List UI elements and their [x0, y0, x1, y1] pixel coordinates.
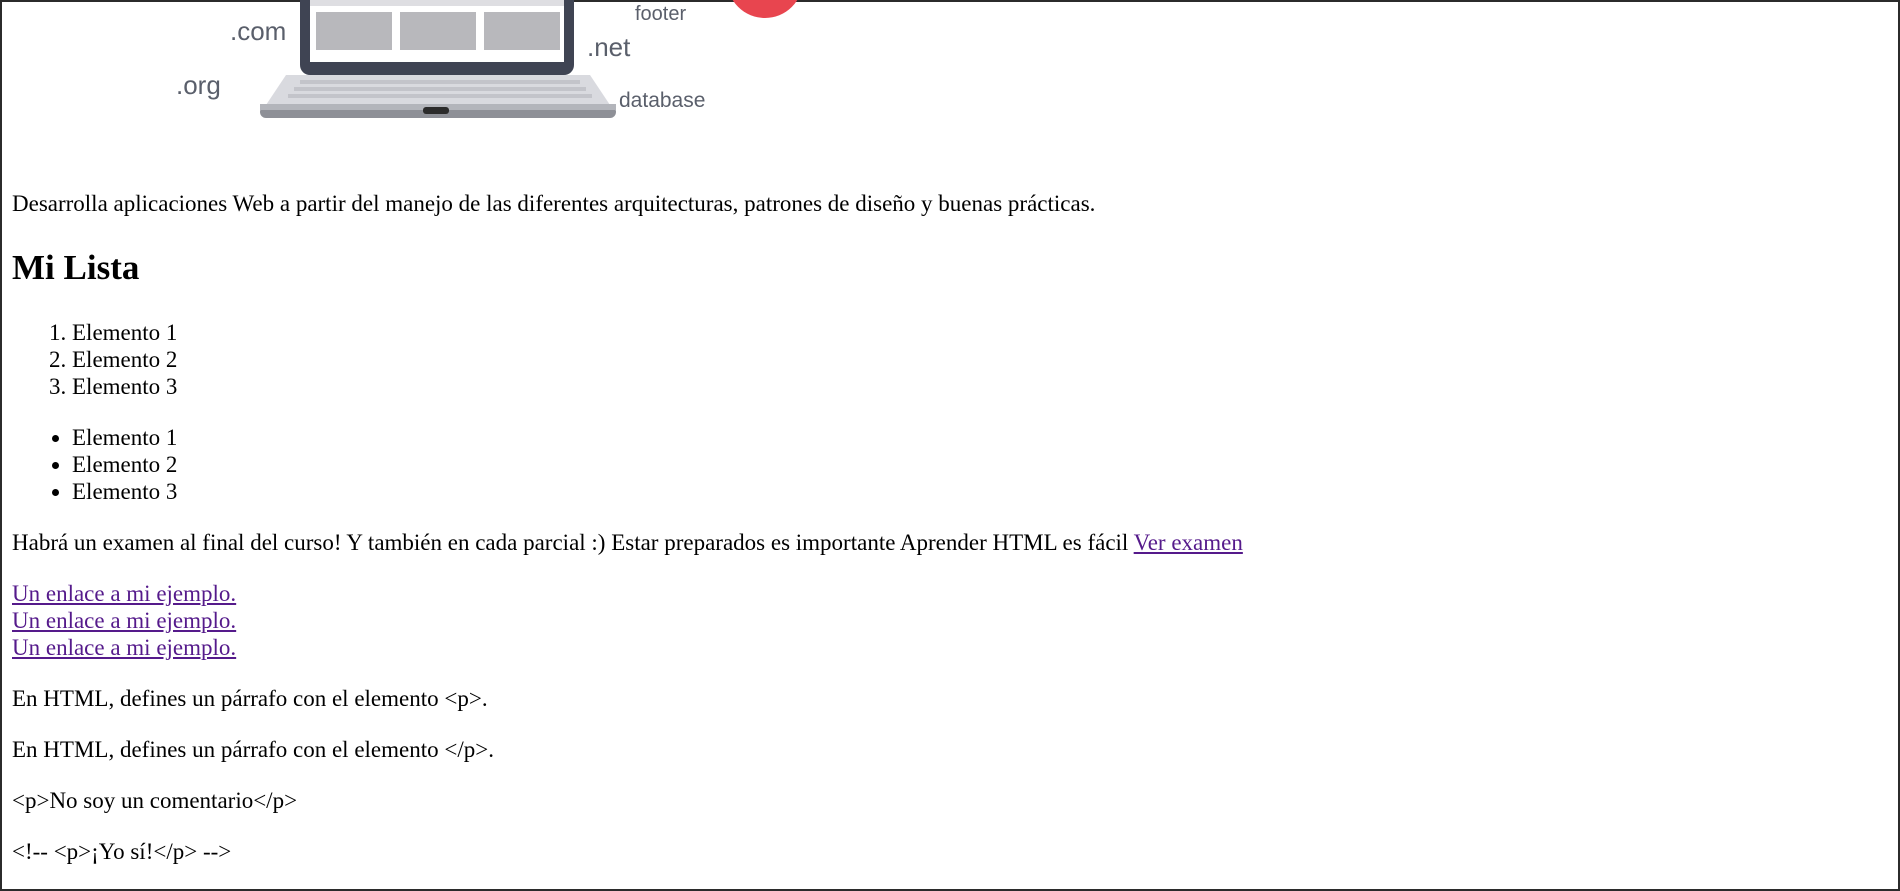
exam-paragraph: Habrá un examen al final del curso! Y ta… — [12, 529, 1243, 556]
ordered-list: Elemento 1 Elemento 2 Elemento 3 — [12, 319, 177, 400]
unordered-list-item: Elemento 2 — [72, 451, 177, 478]
hero-label-org: .org — [176, 70, 221, 100]
red-circle-decoration — [732, 0, 798, 18]
example-link-2[interactable]: Un enlace a mi ejemplo. — [12, 607, 236, 634]
hero-label-com: .com — [230, 16, 286, 46]
unordered-list-item: Elemento 1 — [72, 424, 177, 451]
example-link-1[interactable]: Un enlace a mi ejemplo. — [12, 580, 236, 607]
example-link-3[interactable]: Un enlace a mi ejemplo. — [12, 634, 236, 661]
ordered-list-item: Elemento 3 — [72, 373, 177, 400]
example-links: Un enlace a mi ejemplo. Un enlace a mi e… — [12, 580, 236, 661]
not-comment-paragraph: <p>No soy un comentario</p> — [12, 788, 298, 813]
unordered-list: Elemento 1 Elemento 2 Elemento 3 — [12, 424, 177, 505]
list-heading: Mi Lista — [12, 248, 140, 287]
unordered-list-item: Elemento 3 — [72, 478, 177, 505]
paragraph-closing-explanation: En HTML, defines un párrafo con el eleme… — [12, 737, 494, 762]
web-development-illustration: header .com .org .net footer database — [176, 0, 798, 118]
hero-label-database: database — [619, 89, 705, 112]
laptop-keyboard — [264, 75, 612, 108]
hero-label-net: .net — [587, 32, 631, 62]
hero-label-header: header — [212, 0, 281, 1]
exam-text: Habrá un examen al final del curso! Y ta… — [12, 530, 1134, 555]
ordered-list-item: Elemento 2 — [72, 346, 177, 373]
intro-paragraph: Desarrolla aplicaciones Web a partir del… — [12, 191, 1096, 216]
paragraph-element-explanation: En HTML, defines un párrafo con el eleme… — [12, 686, 488, 711]
view-exam-link[interactable]: Ver examen — [1134, 530, 1243, 555]
ordered-list-item: Elemento 1 — [72, 319, 177, 346]
hero-label-footer: footer — [635, 3, 686, 25]
comment-paragraph: <!-- <p>¡Yo sí!</p> --> — [12, 839, 232, 864]
